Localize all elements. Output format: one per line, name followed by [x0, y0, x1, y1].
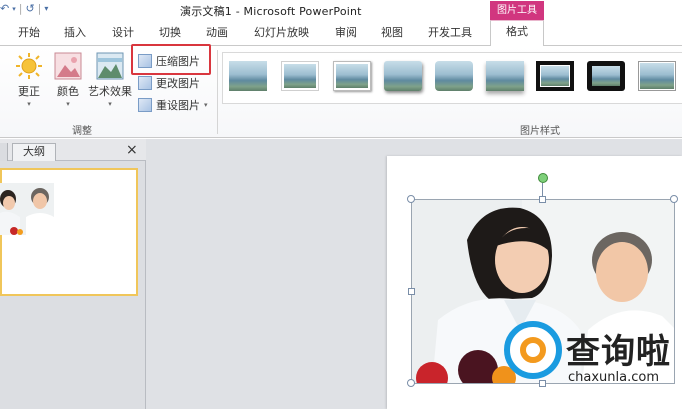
group-divider: [217, 50, 218, 134]
divider: |: [18, 2, 23, 15]
tab-slideshow[interactable]: 幻灯片放映: [254, 24, 309, 40]
quick-access-toolbar: ↶ ▾ | ↺ | ▾: [0, 2, 48, 15]
dropdown-arrow-icon: ▾: [27, 100, 31, 108]
watermark: 查询啦 chaxunla.com: [504, 318, 682, 390]
tab-design[interactable]: 设计: [112, 24, 134, 40]
divider: |: [37, 2, 42, 15]
color-picture-icon: [54, 52, 82, 80]
artistic-effects-button[interactable]: 艺术效果 ▾: [86, 52, 134, 108]
watermark-logo-icon: [504, 321, 562, 379]
picture-style-option[interactable]: [435, 61, 473, 91]
reset-picture-icon: [138, 98, 152, 112]
color-label: 颜色: [57, 85, 79, 98]
resize-handle-bottom-left[interactable]: [407, 379, 415, 387]
resize-handle-top-right[interactable]: [670, 195, 678, 203]
picture-style-option[interactable]: [229, 61, 267, 91]
undo-icon[interactable]: ↶: [0, 2, 9, 15]
window-title: 演示文稿1 - Microsoft PowerPoint: [180, 5, 362, 18]
tab-review[interactable]: 审阅: [335, 24, 357, 40]
change-picture-icon: [138, 76, 152, 90]
customize-qat-icon[interactable]: ▾: [44, 4, 48, 13]
picture-style-option[interactable]: [587, 61, 625, 91]
picture-styles-group-label: 图片样式: [520, 126, 560, 137]
dropdown-arrow-icon[interactable]: ▾: [12, 5, 16, 13]
dropdown-arrow-icon: ▾: [66, 100, 70, 108]
sun-icon: [15, 52, 43, 80]
tab-developer[interactable]: 开发工具: [428, 24, 472, 40]
color-button[interactable]: 颜色 ▾: [52, 52, 84, 108]
adjust-group-label: 调整: [72, 126, 92, 137]
reset-picture-label: 重设图片: [156, 99, 200, 112]
rotation-handle[interactable]: [538, 173, 548, 183]
tab-view[interactable]: 视图: [381, 24, 403, 40]
redo-icon[interactable]: ↺: [25, 2, 34, 15]
picture-style-option[interactable]: [281, 61, 319, 91]
reset-picture-button[interactable]: 重设图片 ▾: [138, 96, 208, 114]
dropdown-arrow-icon: ▾: [204, 101, 208, 109]
picture-style-option[interactable]: [333, 61, 371, 91]
artistic-effects-label: 艺术效果: [88, 85, 132, 98]
slide-thumbnail-picture: [0, 183, 54, 235]
tab-animations[interactable]: 动画: [206, 24, 228, 40]
tab-home[interactable]: 开始: [18, 24, 40, 40]
picture-style-option[interactable]: [384, 61, 422, 91]
change-picture-button[interactable]: 更改图片: [138, 74, 200, 92]
tab-slides[interactable]: [0, 143, 8, 161]
corrections-button[interactable]: 更正 ▾: [12, 52, 46, 108]
tab-transitions[interactable]: 切换: [159, 24, 181, 40]
picture-styles-gallery: [222, 52, 682, 104]
picture-tools-label: 图片工具: [490, 1, 544, 20]
watermark-text: 查询啦: [566, 332, 671, 372]
resize-handle-left[interactable]: [408, 288, 415, 295]
corrections-label: 更正: [18, 85, 40, 98]
artistic-effects-icon: [96, 52, 124, 80]
picture-style-option[interactable]: [486, 61, 524, 91]
title-bar: ↶ ▾ | ↺ | ▾ 演示文稿1 - Microsoft PowerPoint…: [0, 0, 682, 20]
watermark-url: chaxunla.com: [568, 370, 659, 385]
picture-style-option[interactable]: [638, 61, 676, 91]
picture-style-option[interactable]: [536, 61, 574, 91]
tab-outline[interactable]: 大纲: [12, 143, 56, 161]
tab-insert[interactable]: 插入: [64, 24, 86, 40]
compress-highlight-box: [131, 44, 211, 75]
dropdown-arrow-icon: ▾: [108, 100, 112, 108]
resize-handle-top[interactable]: [539, 196, 546, 203]
resize-handle-top-left[interactable]: [407, 195, 415, 203]
close-icon[interactable]: ×: [126, 142, 138, 158]
ribbon-tabs: 开始 插入 设计 切换 动画 幻灯片放映 审阅 视图 开发工具: [0, 20, 682, 45]
change-picture-label: 更改图片: [156, 77, 200, 90]
tab-format[interactable]: 格式: [490, 20, 544, 46]
